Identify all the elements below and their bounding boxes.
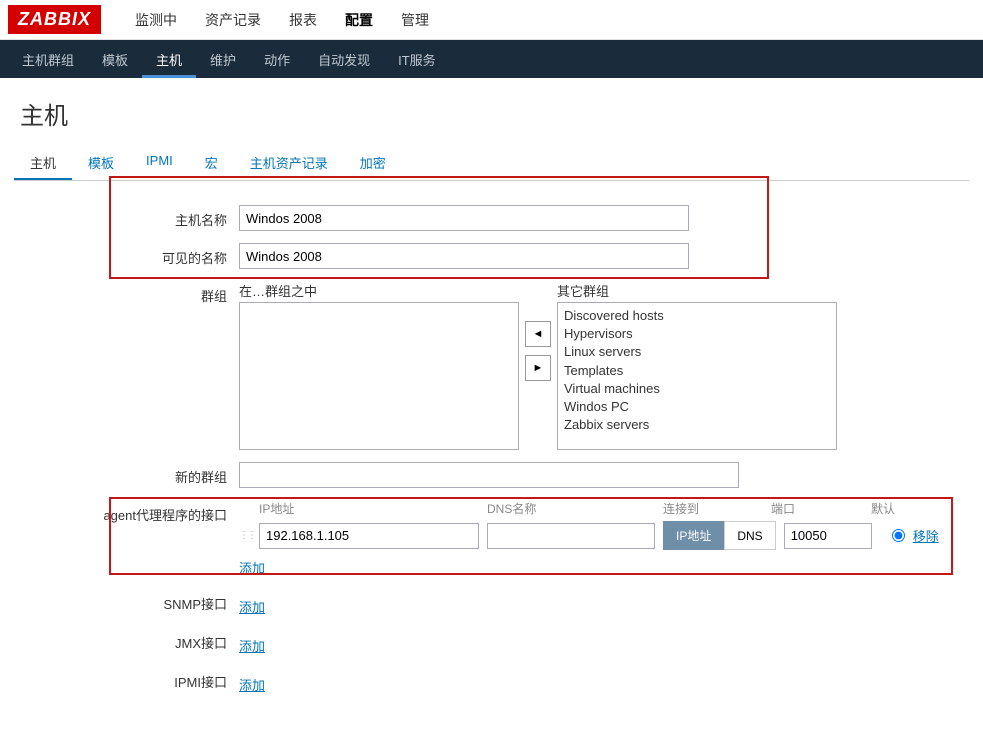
add-agent-iface-link[interactable]: 添加 <box>239 558 265 577</box>
topnav-reports[interactable]: 报表 <box>275 0 331 40</box>
group-option[interactable]: Discovered hosts <box>564 307 830 325</box>
group-option[interactable]: Windos PC <box>564 398 830 416</box>
jmx-iface-label: JMX接口 <box>14 628 239 652</box>
iface-header-port: 端口 <box>771 500 871 517</box>
subnav-discovery[interactable]: 自动发现 <box>304 40 384 78</box>
tab-templates[interactable]: 模板 <box>72 145 130 180</box>
topbar: ZABBIX 监测中 资产记录 报表 配置 管理 <box>0 0 983 40</box>
content: 主机 模板 IPMI 宏 主机资产记录 加密 主机名称 可见的名称 群组 在…群… <box>0 145 983 746</box>
logo[interactable]: ZABBIX <box>8 5 101 34</box>
ingroups-listbox[interactable] <box>239 302 519 450</box>
topnav-monitoring[interactable]: 监测中 <box>121 0 191 40</box>
tab-inventory[interactable]: 主机资产记录 <box>234 145 344 180</box>
ingroups-header: 在…群组之中 <box>239 281 519 300</box>
group-option[interactable]: Virtual machines <box>564 380 830 398</box>
agent-dns-input[interactable] <box>487 523 655 549</box>
tab-macros[interactable]: 宏 <box>189 145 234 180</box>
othergroups-header: 其它群组 <box>557 281 837 300</box>
ipmi-iface-label: IPMI接口 <box>14 667 239 691</box>
othergroups-listbox[interactable]: Discovered hostsHypervisorsLinux servers… <box>557 302 837 450</box>
tab-encryption[interactable]: 加密 <box>344 145 402 180</box>
topnav-admin[interactable]: 管理 <box>387 0 443 40</box>
connect-ip-button[interactable]: IP地址 <box>663 521 724 550</box>
add-snmp-iface-link[interactable]: 添加 <box>239 597 265 616</box>
config-tabs: 主机 模板 IPMI 宏 主机资产记录 加密 <box>14 145 969 181</box>
group-option[interactable]: Linux servers <box>564 343 830 361</box>
topnav-configuration[interactable]: 配置 <box>331 0 387 40</box>
drag-handle-icon[interactable]: ⋮⋮ <box>239 530 251 541</box>
hostname-input[interactable] <box>239 205 689 231</box>
default-iface-radio[interactable] <box>892 529 905 542</box>
iface-header-default: 默认 <box>871 500 895 517</box>
snmp-iface-label: SNMP接口 <box>14 589 239 613</box>
remove-iface-link[interactable]: 移除 <box>913 526 939 545</box>
topnav-inventory[interactable]: 资产记录 <box>191 0 275 40</box>
visiblename-input[interactable] <box>239 243 689 269</box>
move-left-button[interactable]: ◄ <box>525 321 551 347</box>
connect-to-toggle: IP地址 DNS <box>663 521 776 550</box>
add-ipmi-iface-link[interactable]: 添加 <box>239 675 265 694</box>
subnav-templates[interactable]: 模板 <box>88 40 142 78</box>
iface-header-ip: IP地址 <box>259 500 487 517</box>
page-title: 主机 <box>0 78 983 145</box>
connect-dns-button[interactable]: DNS <box>724 521 775 550</box>
newgroup-label: 新的群组 <box>14 462 239 486</box>
move-right-button[interactable]: ► <box>525 355 551 381</box>
tab-ipmi[interactable]: IPMI <box>130 145 189 180</box>
iface-header-connect: 连接到 <box>663 500 771 517</box>
subnav-maintenance[interactable]: 维护 <box>196 40 250 78</box>
group-option[interactable]: Hypervisors <box>564 325 830 343</box>
tab-host[interactable]: 主机 <box>14 145 72 180</box>
hostname-label: 主机名称 <box>14 205 239 229</box>
newgroup-input[interactable] <box>239 462 739 488</box>
agent-iface-label: agent代理程序的接口 <box>14 500 239 524</box>
subnav-itservices[interactable]: IT服务 <box>384 40 450 78</box>
sub-nav: 主机群组 模板 主机 维护 动作 自动发现 IT服务 <box>0 40 983 78</box>
subnav-actions[interactable]: 动作 <box>250 40 304 78</box>
subnav-hosts[interactable]: 主机 <box>142 40 196 78</box>
visiblename-label: 可见的名称 <box>14 243 239 267</box>
iface-header-dns: DNS名称 <box>487 500 663 517</box>
agent-ip-input[interactable] <box>259 523 479 549</box>
form-area: 主机名称 可见的名称 群组 在…群组之中 ◄ ► <box>14 181 969 694</box>
agent-port-input[interactable] <box>784 523 872 549</box>
group-option[interactable]: Templates <box>564 362 830 380</box>
subnav-hostgroups[interactable]: 主机群组 <box>8 40 88 78</box>
group-option[interactable]: Zabbix servers <box>564 416 830 434</box>
add-jmx-iface-link[interactable]: 添加 <box>239 636 265 655</box>
top-nav: 监测中 资产记录 报表 配置 管理 <box>121 0 443 40</box>
groups-label: 群组 <box>14 281 239 305</box>
